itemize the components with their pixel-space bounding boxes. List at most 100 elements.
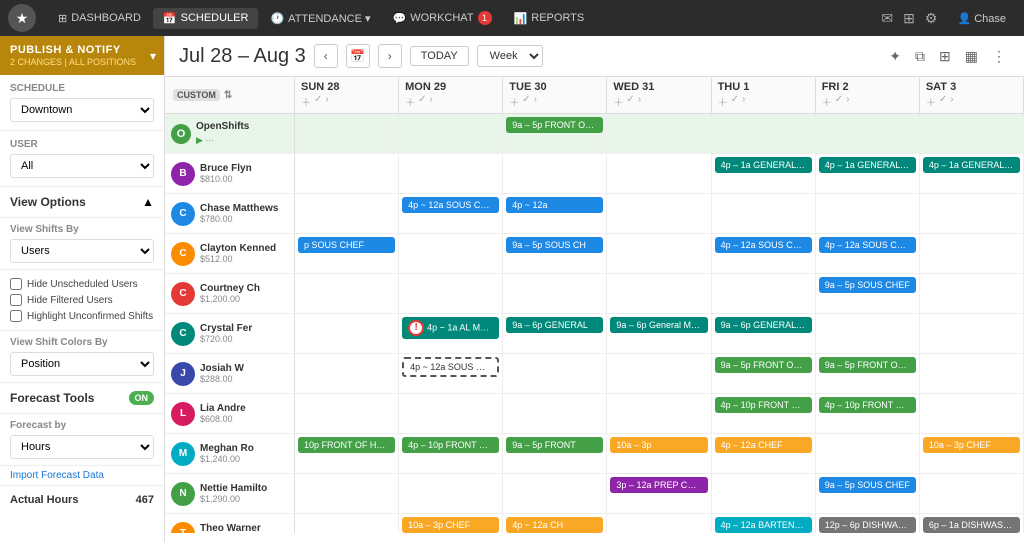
row-day-cell[interactable] — [920, 274, 1024, 313]
week-select[interactable]: Week — [477, 45, 543, 67]
shift-pill[interactable]: 4p – 10p FRONT OF HOU — [715, 397, 812, 413]
row-day-cell[interactable] — [816, 434, 920, 473]
more-icon[interactable]: › — [534, 94, 537, 109]
schedule-select[interactable]: Downtown — [10, 98, 154, 122]
hide-unscheduled-checkbox[interactable] — [10, 278, 22, 290]
shift-pill[interactable]: 4p – 12a SOUS CHEF — [819, 237, 916, 253]
shift-pill[interactable]: 9a – 5p FRONT OF HOUS — [715, 357, 812, 373]
hide-filtered-checkbox[interactable] — [10, 294, 22, 306]
magic-wand-button[interactable]: ✦ — [885, 46, 905, 67]
forecast-toggle[interactable]: ON — [129, 391, 155, 405]
shift-pill[interactable]: 4p ~ 12a SOUS CHEF — [402, 197, 499, 213]
row-day-cell[interactable] — [295, 114, 399, 153]
row-day-cell[interactable] — [607, 194, 711, 233]
add-shift-icon[interactable]: ＋ — [822, 94, 832, 109]
row-day-cell[interactable] — [295, 354, 399, 393]
calendar-icon-button[interactable]: 📅 — [346, 44, 370, 68]
row-day-cell[interactable] — [503, 274, 607, 313]
shift-pill[interactable]: 10a – 3p CHEF — [402, 517, 499, 533]
nav-item-dashboard[interactable]: ⊞ DASHBOARD — [48, 8, 151, 29]
user-avatar[interactable]: 👤 Chase — [947, 8, 1016, 29]
nav-item-attendance[interactable]: 🕐 ATTENDANCE ▾ — [260, 8, 380, 29]
row-day-cell[interactable]: !4p ~ 1a AL MANAC — [399, 314, 503, 353]
shift-pill[interactable]: 10a – 3p — [610, 437, 707, 453]
copy-button[interactable]: ⧉ — [911, 46, 929, 67]
row-day-cell[interactable]: 9a – 5p SOUS CHEF — [816, 274, 920, 313]
row-day-cell[interactable]: 4p ~ 12a CH — [503, 514, 607, 533]
row-day-cell[interactable]: 10p FRONT OF HOU — [295, 434, 399, 473]
shift-pill[interactable]: 4p – 10p FRONT OF HOU — [402, 437, 499, 453]
highlight-unconfirmed-checkbox[interactable] — [10, 310, 22, 322]
row-day-cell[interactable] — [920, 234, 1024, 273]
check-icon[interactable]: ✓ — [835, 94, 843, 109]
shift-pill[interactable]: 3p – 12a PREP COOK — [610, 477, 707, 493]
row-day-cell[interactable] — [712, 194, 816, 233]
shift-pill[interactable]: 9a – 6p GENERAL MANAC — [715, 317, 812, 333]
row-day-cell[interactable]: p SOUS CHEF — [295, 234, 399, 273]
row-day-cell[interactable] — [712, 114, 816, 153]
row-day-cell[interactable]: 4p – 1a GENERAL MANAG — [920, 154, 1024, 193]
nav-item-reports[interactable]: 📊 REPORTS — [504, 8, 595, 29]
shift-pill[interactable]: 9a – 5p SOUS CHEF — [819, 477, 916, 493]
row-day-cell[interactable] — [607, 394, 711, 433]
row-day-cell[interactable]: 9a – 6p General MANAC — [607, 314, 711, 353]
row-day-cell[interactable]: 10a – 3p CHEF — [399, 514, 503, 533]
more-icon[interactable]: › — [950, 94, 953, 109]
check-icon[interactable]: ✓ — [939, 94, 947, 109]
shift-pill[interactable]: 12p – 6p DISHWASHER — [819, 517, 916, 533]
row-day-cell[interactable]: 4p – 12a SOUS CHEF — [712, 234, 816, 273]
view-options-header[interactable]: View Options ▲ — [0, 187, 164, 218]
shift-pill[interactable]: 4p ~ 12a — [506, 197, 603, 213]
shift-pill[interactable]: !4p ~ 1a AL MANAC — [402, 317, 499, 339]
row-day-cell[interactable] — [920, 394, 1024, 433]
add-shift-icon[interactable]: ＋ — [301, 94, 311, 109]
row-day-cell[interactable] — [607, 154, 711, 193]
row-day-cell[interactable]: 4p ~ 12a SOUS CHEF — [399, 354, 503, 393]
row-day-cell[interactable] — [607, 274, 711, 313]
shift-pill[interactable]: 4p – 12a SOUS CHEF — [715, 237, 812, 253]
row-day-cell[interactable] — [399, 474, 503, 513]
next-week-button[interactable]: › — [378, 44, 402, 68]
shift-pill[interactable]: 6p – 1a DISHWASHER — [923, 517, 1020, 533]
forecast-tools-header[interactable]: Forecast Tools ON — [0, 383, 164, 414]
grid-view-button[interactable]: ▦ — [961, 46, 982, 67]
more-icon[interactable]: › — [638, 94, 641, 109]
today-button[interactable]: TODAY — [410, 46, 469, 66]
row-day-cell[interactable]: 3p – 12a PREP COOK — [607, 474, 711, 513]
shift-pill[interactable]: 9a – 5p SOUS CHEF — [819, 277, 916, 293]
row-day-cell[interactable]: 9a – 5p FRONT — [503, 434, 607, 473]
row-day-cell[interactable] — [295, 154, 399, 193]
row-day-cell[interactable] — [503, 474, 607, 513]
import-forecast-link[interactable]: Import Forecast Data — [0, 466, 164, 485]
row-day-cell[interactable]: 4p – 1a GENERAL MANAG — [816, 154, 920, 193]
row-day-cell[interactable] — [607, 514, 711, 533]
check-icon[interactable]: ✓ — [731, 94, 739, 109]
shift-pill[interactable]: 10a – 3p CHEF — [923, 437, 1020, 453]
shift-pill[interactable]: 9a – 6p General MANAC — [610, 317, 707, 333]
row-day-cell[interactable]: 6p – 1a DISHWASHER — [920, 514, 1024, 533]
row-day-cell[interactable] — [607, 114, 711, 153]
row-day-cell[interactable] — [920, 114, 1024, 153]
shift-pill[interactable]: 4p – 1a GENERAL MANAG — [715, 157, 812, 173]
row-day-cell[interactable]: 9a – 5p SOUS CHEF — [816, 474, 920, 513]
row-day-cell[interactable]: 4p – 1a GENERAL MANAG — [712, 154, 816, 193]
row-day-cell[interactable]: 12p – 6p DISHWASHER — [816, 514, 920, 533]
view-shifts-by-select[interactable]: Users — [10, 239, 154, 263]
view-shift-colors-select[interactable]: Position — [10, 352, 154, 376]
row-day-cell[interactable]: 9a – 6p GENERAL — [503, 314, 607, 353]
more-options-button[interactable]: ⋮ — [988, 46, 1010, 67]
shift-pill[interactable]: 4p ~ 12a SOUS CHEF — [402, 357, 499, 377]
row-day-cell[interactable] — [920, 474, 1024, 513]
row-day-cell[interactable]: 4p – 10p FRONT OF HOU — [399, 434, 503, 473]
sort-icon[interactable]: ⇅ — [224, 90, 232, 101]
check-icon[interactable]: ✓ — [626, 94, 634, 109]
row-day-cell[interactable] — [295, 314, 399, 353]
open-shifts-add[interactable]: ▶ ··· — [196, 135, 214, 145]
row-day-cell[interactable]: 10a – 3p — [607, 434, 711, 473]
row-day-cell[interactable]: 4p – 12a BARTENDER — [712, 514, 816, 533]
add-shift-icon[interactable]: ＋ — [405, 94, 415, 109]
add-shift-icon[interactable]: ＋ — [509, 94, 519, 109]
shift-pill[interactable]: 9a – 6p GENERAL — [506, 317, 603, 333]
shift-pill[interactable]: 4p – 10p FRONT OF HOU — [819, 397, 916, 413]
more-icon[interactable]: › — [846, 94, 849, 109]
